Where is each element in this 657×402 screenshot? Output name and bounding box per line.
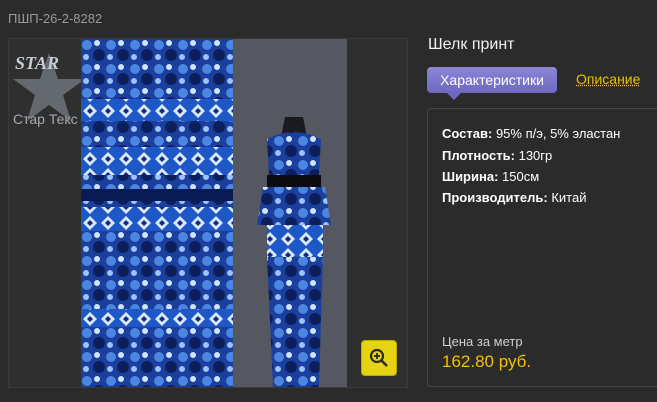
spec-label: Производитель:: [442, 190, 548, 205]
product-title: Шелк принт: [428, 36, 515, 53]
spec-value: 150см: [502, 169, 540, 184]
spec-value: 130гр: [518, 148, 553, 163]
sku-label: ПШП-26-2-8282: [8, 11, 103, 26]
spec-value: 95% п/э, 5% эластан: [495, 126, 621, 141]
price-value: 162.80 руб.: [442, 352, 532, 371]
spec-label: Ширина:: [442, 169, 499, 184]
zoom-button[interactable]: [361, 340, 397, 376]
spec-value: Китай: [551, 190, 587, 205]
logo-brand-text: STAR: [15, 53, 59, 73]
spec-row: Производитель: Китай: [442, 190, 586, 205]
zoom-in-icon: [369, 348, 388, 367]
product-photo: [81, 39, 347, 387]
spec-row: Плотность: 130гр: [442, 148, 552, 163]
product-gallery: STAR Стар Текс: [8, 38, 408, 388]
price-label: Цена за метр: [442, 334, 523, 349]
logo-caption: Стар Текс: [13, 111, 78, 127]
spec-row: Ширина: 150см: [442, 169, 539, 184]
specs-panel: Состав: 95% п/э, 5% эластан Плотность: 1…: [427, 108, 657, 387]
spec-label: Состав:: [442, 126, 493, 141]
tab-description[interactable]: Описание: [576, 71, 640, 87]
spec-label: Плотность:: [442, 148, 515, 163]
tab-characteristics[interactable]: Характеристики: [427, 67, 557, 100]
spec-row: Состав: 95% п/э, 5% эластан: [442, 126, 620, 141]
